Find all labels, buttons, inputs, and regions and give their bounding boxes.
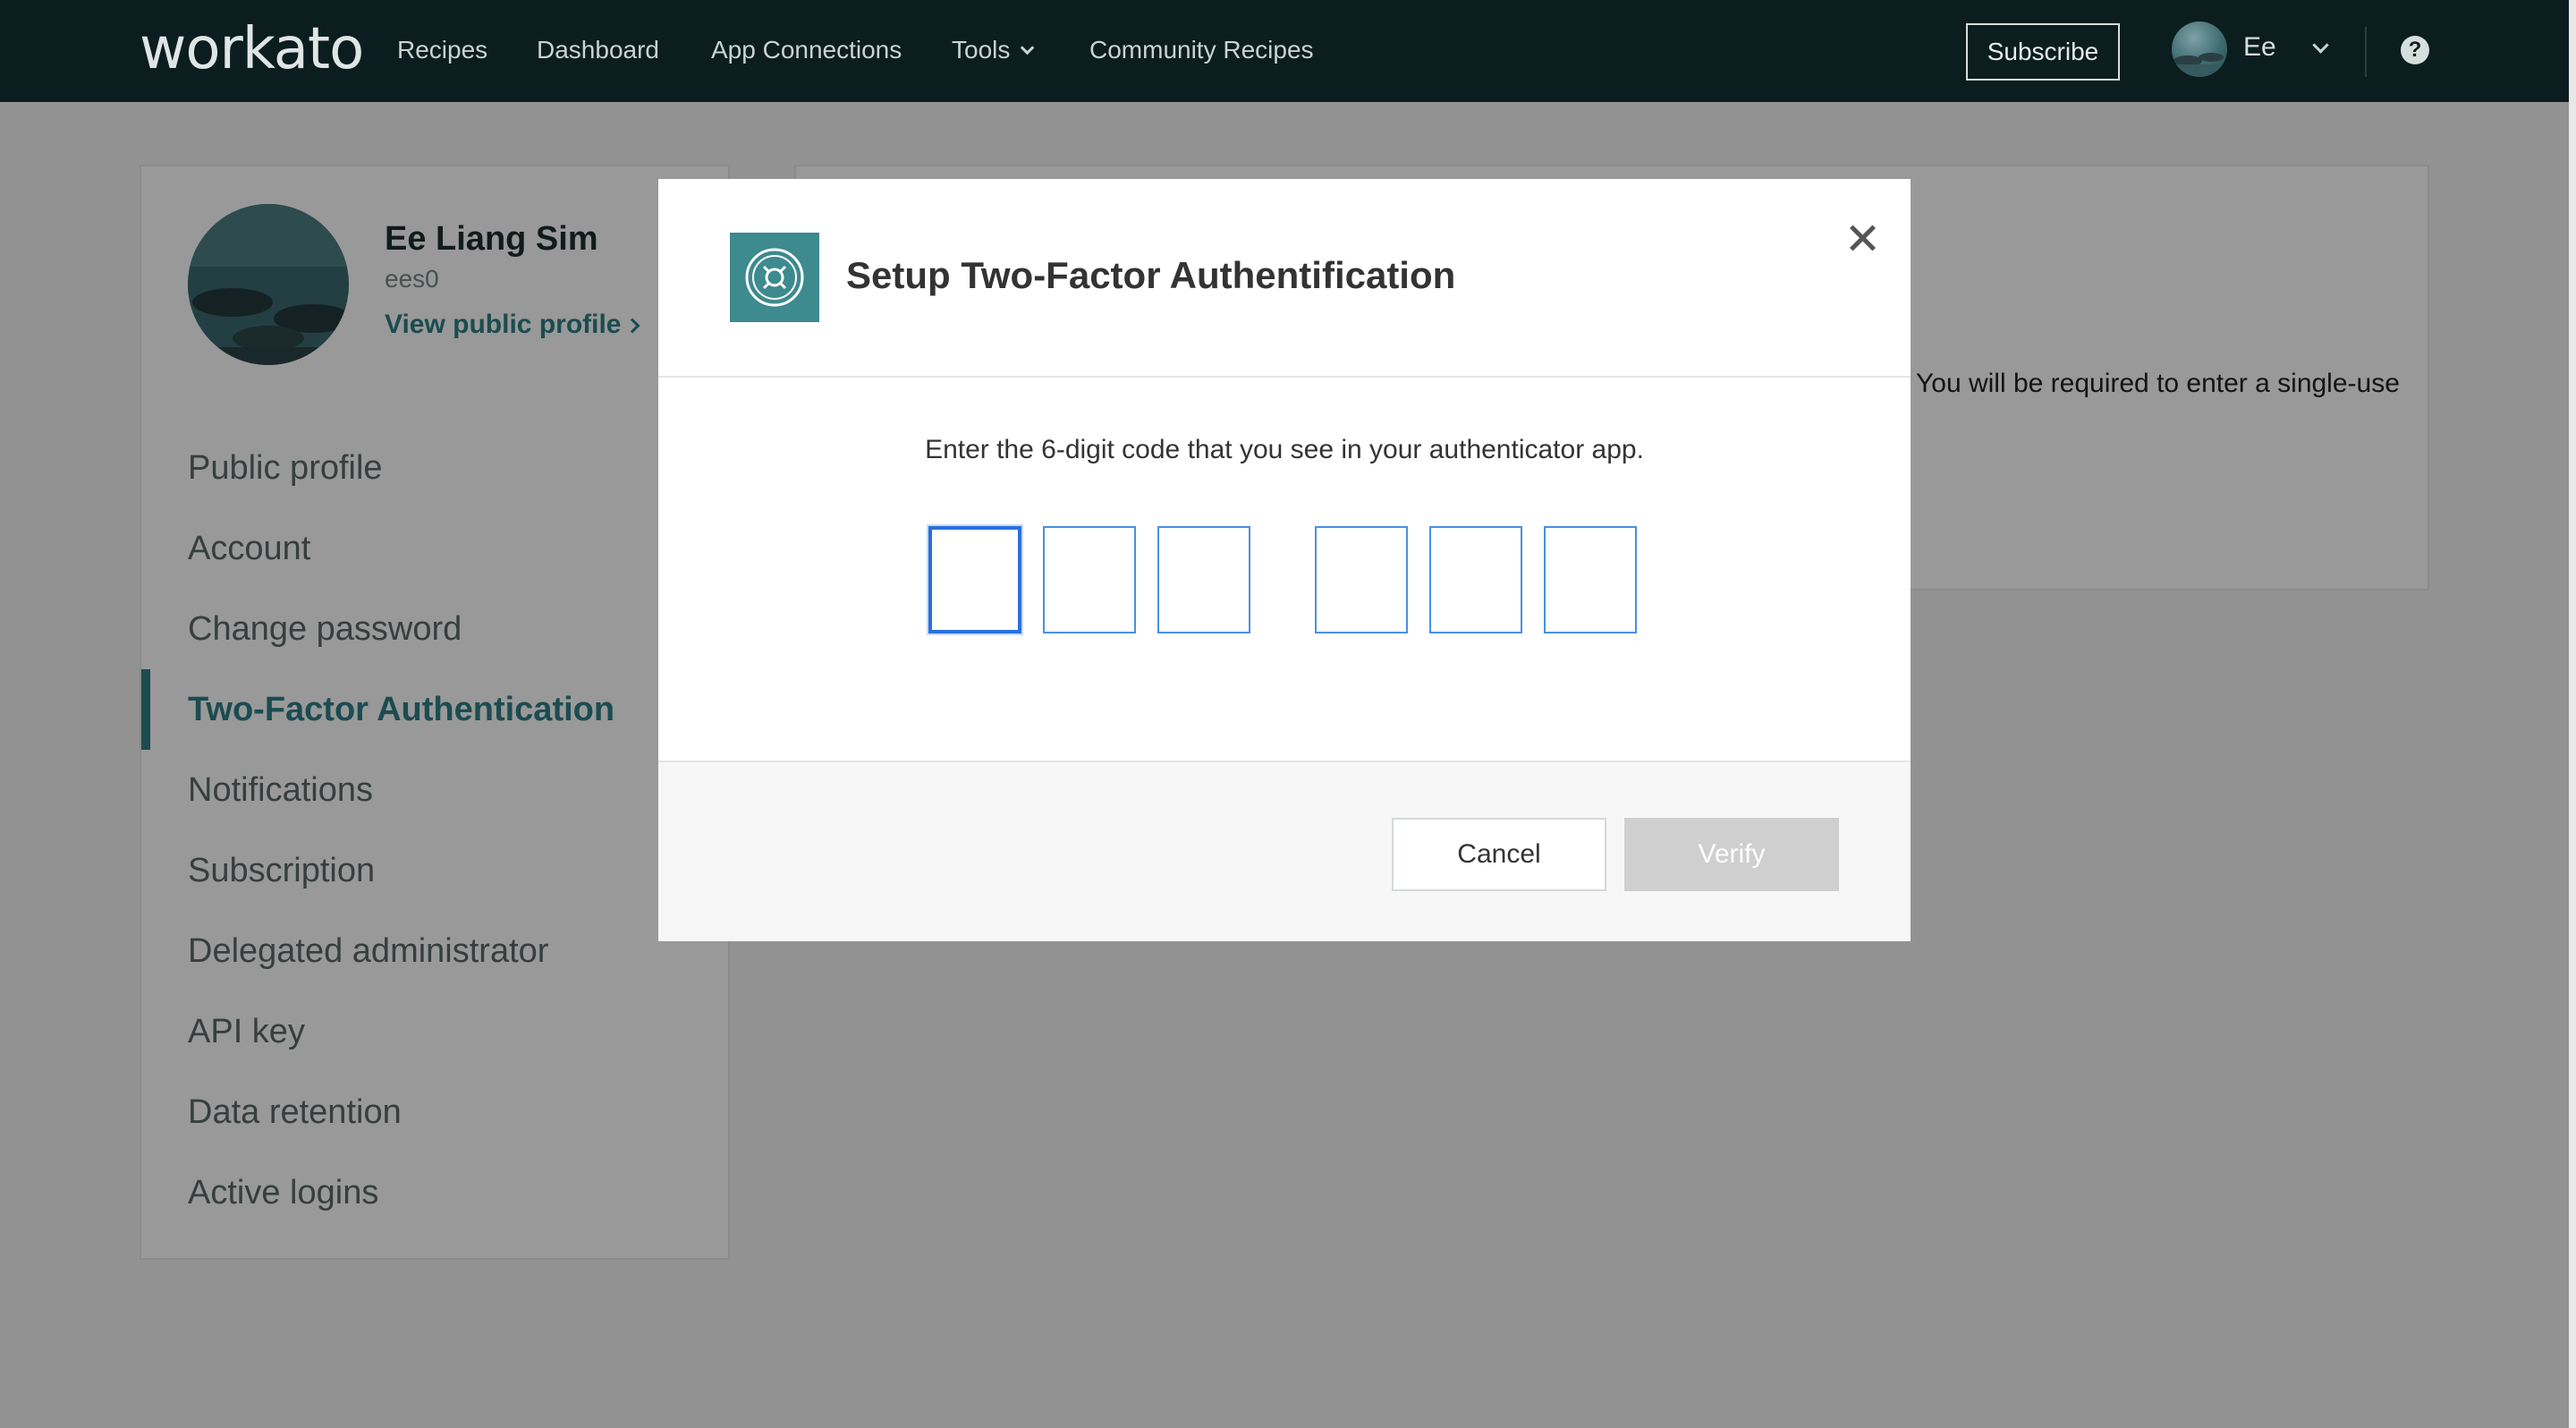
subscribe-button[interactable]: Subscribe — [1966, 23, 2120, 81]
modal-title: Setup Two-Factor Authentification — [846, 254, 1456, 296]
top-nav: workato Recipes Dashboard App Connection… — [0, 0, 2569, 102]
nav-recipes[interactable]: Recipes — [397, 36, 487, 64]
code-digit-5[interactable] — [1429, 526, 1522, 633]
code-digit-1[interactable] — [928, 526, 1021, 633]
scrollbar[interactable] — [2569, 0, 2576, 1428]
help-icon[interactable]: ? — [2401, 36, 2429, 64]
close-icon[interactable] — [1844, 220, 1880, 256]
code-digit-2[interactable] — [1043, 526, 1136, 633]
cancel-button[interactable]: Cancel — [1392, 818, 1606, 891]
nav-dashboard[interactable]: Dashboard — [537, 36, 659, 64]
code-digit-6[interactable] — [1544, 526, 1637, 633]
code-digit-3[interactable] — [1157, 526, 1250, 633]
nav-tools-label: Tools — [952, 36, 1011, 64]
safe-icon — [730, 233, 819, 322]
nav-tools[interactable]: Tools — [952, 36, 1035, 64]
chevron-down-icon[interactable] — [2312, 37, 2329, 54]
code-digit-4[interactable] — [1315, 526, 1408, 633]
divider — [2365, 27, 2367, 77]
workato-logo[interactable]: workato — [140, 16, 364, 82]
chevron-down-icon — [1021, 40, 1035, 55]
nav-app-connections[interactable]: App Connections — [711, 36, 902, 64]
user-name[interactable]: Ee — [2243, 32, 2276, 63]
nav-community-recipes[interactable]: Community Recipes — [1089, 36, 1314, 64]
modal-instruction: Enter the 6-digit code that you see in y… — [925, 435, 1644, 464]
modal-footer: Cancel Verify — [658, 761, 1911, 941]
modal-header: Setup Two-Factor Authentification — [658, 179, 1911, 378]
avatar[interactable] — [2172, 21, 2227, 77]
verify-button[interactable]: Verify — [1624, 818, 1839, 891]
two-factor-setup-modal: Setup Two-Factor Authentification Enter … — [658, 179, 1911, 941]
